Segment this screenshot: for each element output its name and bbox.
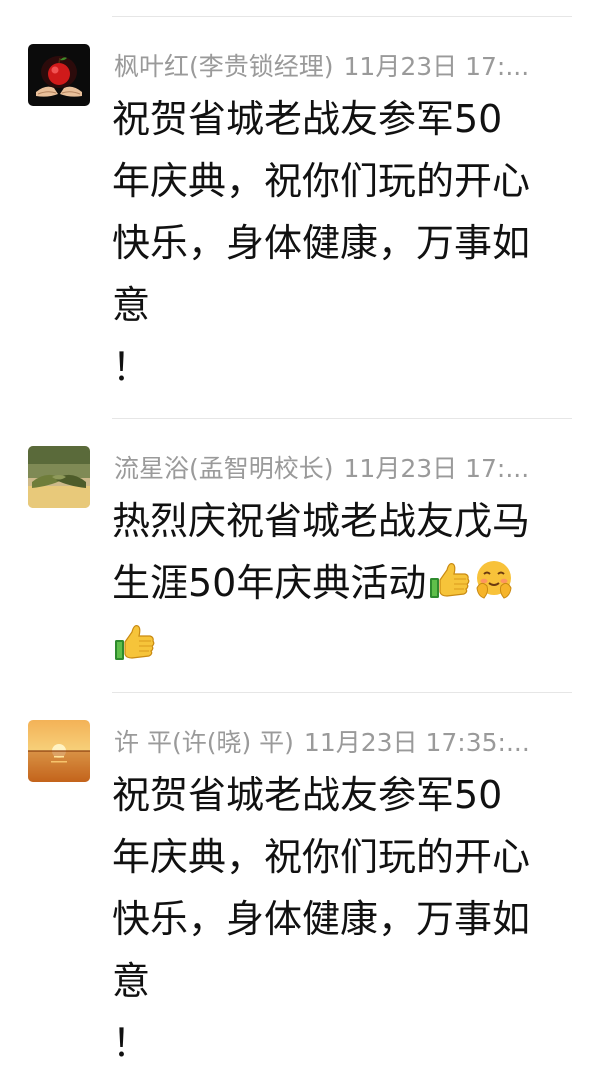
comment-item: 枫叶红(李贵锁经理) 11月23日 17:... 祝贺省城老战友参军50 年庆典，… (0, 44, 600, 394)
comment-text-line (112, 614, 574, 676)
comment-text-line: 快乐，身体健康，万事如 (112, 221, 531, 265)
divider (112, 16, 572, 17)
comment-author[interactable]: 流星浴(孟智明校长) (114, 454, 334, 483)
comment-time: 11月23日 17:... (343, 454, 530, 483)
handshake-avatar-icon (28, 446, 90, 508)
thumbs-up-icon (427, 558, 471, 602)
comment-text-line: 热烈庆祝省城老战友戊马 (112, 499, 531, 543)
blushing-hug-icon (472, 558, 516, 602)
comment-author[interactable]: 许 平(许(晓) 平) (114, 728, 294, 757)
comment-text-segment: 生涯50年庆典活动 (112, 561, 427, 605)
divider (112, 692, 572, 693)
comment-text-line: 祝贺省城老战友参军50 (112, 97, 503, 141)
avatar[interactable] (28, 44, 90, 106)
comment-text-line: ！ (112, 345, 151, 389)
comment-text: 祝贺省城老战友参军50 年庆典，祝你们玩的开心 快乐，身体健康，万事如 意 ！ (112, 88, 574, 398)
comment-item: 许 平(许(晓) 平) 11月23日 17:35:... 祝贺省城老战友参军50 … (0, 720, 600, 1070)
hands-holding-apple-avatar-icon (28, 44, 90, 106)
sunset-avatar-icon (28, 720, 90, 782)
divider (112, 418, 572, 419)
comment-text-line: 意 (112, 959, 151, 1003)
comment-meta: 枫叶红(李贵锁经理) 11月23日 17:... (114, 50, 572, 84)
comment-text-line: 年庆典，祝你们玩的开心 (112, 159, 531, 203)
comment-text: 热烈庆祝省城老战友戊马 生涯50年庆典活动 (112, 490, 574, 676)
comment-text-line: 快乐，身体健康，万事如 (112, 897, 531, 941)
avatar[interactable] (28, 720, 90, 782)
comment-text-line: 生涯50年庆典活动 (112, 552, 574, 614)
comment-author[interactable]: 枫叶红(李贵锁经理) (114, 52, 334, 81)
comment-time: 11月23日 17:... (343, 52, 530, 81)
thumbs-up-icon (112, 620, 156, 664)
avatar[interactable] (28, 446, 90, 508)
comment-item: 流星浴(孟智明校长) 11月23日 17:... 热烈庆祝省城老战友戊马 生涯50… (0, 446, 600, 676)
comment-text-line: 意 (112, 283, 151, 327)
comment-text-line: ！ (112, 1021, 151, 1065)
comment-meta: 流星浴(孟智明校长) 11月23日 17:... (114, 452, 572, 486)
comment-meta: 许 平(许(晓) 平) 11月23日 17:35:... (114, 726, 572, 760)
comment-text-line: 祝贺省城老战友参军50 (112, 773, 503, 817)
comment-text: 祝贺省城老战友参军50 年庆典，祝你们玩的开心 快乐，身体健康，万事如 意 ！ (112, 764, 574, 1074)
comment-time: 11月23日 17:35:... (303, 728, 530, 757)
comment-text-line: 年庆典，祝你们玩的开心 (112, 835, 531, 879)
